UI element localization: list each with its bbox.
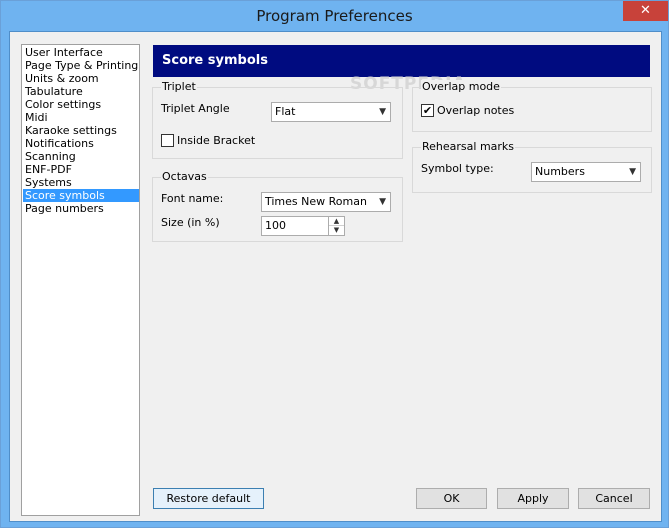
nav-item-notifications[interactable]: Notifications — [23, 137, 139, 150]
nav-item-page-type[interactable]: Page Type & Printing — [23, 59, 139, 72]
nav-item-color-settings[interactable]: Color settings — [23, 98, 139, 111]
spin-up-icon[interactable]: ▲ — [329, 217, 344, 226]
font-name-dropdown[interactable]: Times New Roman ▼ — [261, 192, 391, 212]
overlap-group-label: Overlap mode — [421, 80, 501, 93]
cancel-button[interactable]: Cancel — [578, 488, 650, 509]
overlap-notes-label: Overlap notes — [437, 104, 515, 117]
nav-item-scanning[interactable]: Scanning — [23, 150, 139, 163]
nav-item-tabulature[interactable]: Tabulature — [23, 85, 139, 98]
font-name-value: Times New Roman — [265, 195, 367, 208]
triplet-group: Triplet Triplet Angle Flat ▼ Inside Brac… — [152, 80, 403, 159]
nav-item-user-interface[interactable]: User Interface — [23, 46, 139, 59]
rehearsal-group: Rehearsal marks Symbol type: Numbers ▼ — [412, 140, 652, 193]
preferences-window: Program Preferences ✕ User Interface Pag… — [0, 0, 669, 528]
size-spin-buttons: ▲ ▼ — [328, 217, 344, 235]
nav-item-units-zoom[interactable]: Units & zoom — [23, 72, 139, 85]
rehearsal-group-label: Rehearsal marks — [421, 140, 516, 153]
chevron-down-icon: ▼ — [629, 167, 636, 177]
nav-item-systems[interactable]: Systems — [23, 176, 139, 189]
inside-bracket-label: Inside Bracket — [177, 134, 256, 147]
overlap-notes-checkbox[interactable]: ✔ — [421, 104, 434, 117]
close-icon[interactable]: ✕ — [623, 1, 668, 21]
nav-item-page-numbers[interactable]: Page numbers — [23, 202, 139, 215]
nav-item-midi[interactable]: Midi — [23, 111, 139, 124]
size-label: Size (in %) — [161, 216, 220, 229]
symbol-type-dropdown[interactable]: Numbers ▼ — [531, 162, 641, 182]
panel-title: Score symbols — [153, 45, 650, 77]
dialog-client: User Interface Page Type & Printing Unit… — [9, 31, 662, 522]
nav-item-karaoke[interactable]: Karaoke settings — [23, 124, 139, 137]
chevron-down-icon: ▼ — [379, 107, 386, 117]
spin-down-icon[interactable]: ▼ — [329, 226, 344, 235]
window-title: Program Preferences — [256, 7, 413, 25]
size-spinner[interactable]: 100 ▲ ▼ — [261, 216, 345, 236]
inside-bracket-checkbox[interactable] — [161, 134, 174, 147]
restore-default-button[interactable]: Restore default — [153, 488, 264, 509]
triplet-angle-label: Triplet Angle — [161, 102, 230, 115]
apply-button[interactable]: Apply — [497, 488, 569, 509]
ok-button[interactable]: OK — [416, 488, 487, 509]
font-name-label: Font name: — [161, 192, 224, 205]
octavas-group: Octavas Font name: Times New Roman ▼ Siz… — [152, 170, 403, 242]
octavas-group-label: Octavas — [161, 170, 208, 183]
title-bar[interactable]: Program Preferences ✕ — [1, 1, 668, 31]
overlap-group: Overlap mode ✔ Overlap notes — [412, 80, 652, 132]
category-list[interactable]: User Interface Page Type & Printing Unit… — [21, 44, 140, 516]
symbol-type-label: Symbol type: — [421, 162, 494, 175]
triplet-group-label: Triplet — [161, 80, 197, 93]
chevron-down-icon: ▼ — [379, 197, 386, 207]
nav-item-score-symbols[interactable]: Score symbols — [23, 189, 139, 202]
symbol-type-value: Numbers — [535, 165, 585, 178]
triplet-angle-dropdown[interactable]: Flat ▼ — [271, 102, 391, 122]
size-value[interactable]: 100 — [265, 219, 286, 232]
triplet-angle-value: Flat — [275, 105, 296, 118]
nav-item-enf-pdf[interactable]: ENF-PDF — [23, 163, 139, 176]
